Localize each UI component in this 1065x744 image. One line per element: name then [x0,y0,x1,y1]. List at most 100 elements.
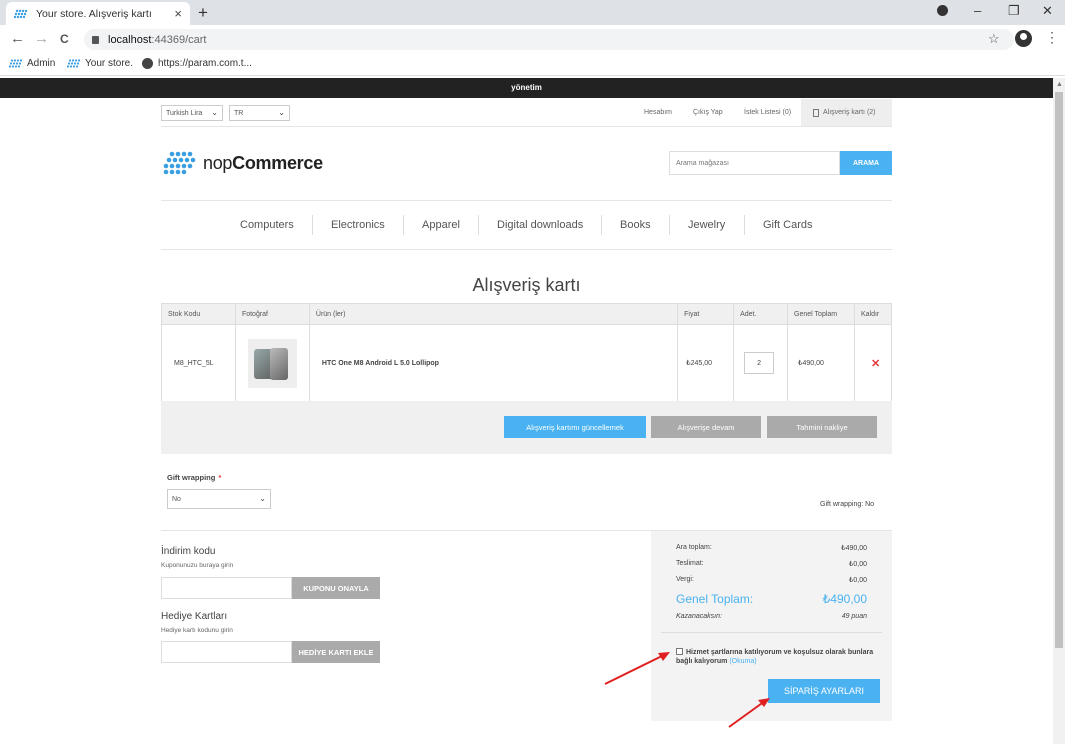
menu-item-computers[interactable]: Computers [240,219,294,231]
discount-code-input[interactable] [161,577,292,599]
quantity-input[interactable]: 2 [744,352,775,374]
menu-item-jewelry[interactable]: Jewelry [688,219,725,231]
forward-icon[interactable]: → [34,30,49,47]
annotation-arrow-terms [604,652,670,685]
admin-link[interactable]: yönetim [511,83,542,92]
menu-separator [403,215,404,235]
browser-menu-icon[interactable]: ⋮ [1045,29,1059,46]
cell-price: ₺245,00 [677,324,735,402]
reload-icon[interactable]: C [60,32,69,46]
url-host: localhost [108,33,152,46]
menu-separator [478,215,479,235]
menu-item-books[interactable]: Books [620,219,651,231]
cell-sku: M8_HTC_5L [161,324,236,402]
product-image[interactable] [247,338,297,388]
shipping-value: ₺0,00 [848,561,867,568]
update-cart-button[interactable]: Alışveriş kartımı güncellemek [504,416,646,438]
giftcard-title: Hediye Kartları [161,611,228,622]
address-bar[interactable]: localhost:44369/cart [84,29,1014,50]
search-placeholder: Arama mağazası [676,159,729,167]
maximize-icon[interactable]: ❐ [1008,3,1020,19]
logo-text: nopCommerce [203,152,323,173]
menu-separator [669,215,670,235]
menu-separator [744,215,745,235]
cell-remove: ✕ [853,324,893,402]
cart-link-label: Alışveriş kartı (2) [823,109,876,116]
checkout-button[interactable]: SİPARİŞ AYARLARI [768,679,880,703]
discount-hint: Kuponunuzu buraya girin [161,562,234,569]
nopcommerce-logo-icon [163,151,197,175]
close-tab-icon[interactable]: × [174,6,182,21]
scrollbar-thumb[interactable] [1055,92,1063,648]
gift-wrapping-select[interactable]: No ⌄ [167,489,271,509]
nopcommerce-bookmark-icon [9,59,22,68]
back-icon[interactable]: ← [10,30,25,47]
close-window-icon[interactable]: ✕ [1042,3,1053,19]
chevron-down-icon: ⌄ [259,494,266,503]
wishlist-link[interactable]: İstek Listesi (0) [744,109,791,116]
tax-value: ₺0,00 [848,577,867,584]
browser-toolbar: ← → C localhost:44369/cart [0,25,1065,54]
lock-icon [92,35,99,44]
column-header-remove: Kaldır [853,303,893,325]
read-terms-link[interactable]: (Okuma) [729,658,756,665]
giftcard-code-input[interactable] [161,641,292,663]
bookmark-star-icon[interactable]: ☆ [988,31,1000,47]
estimate-shipping-button[interactable]: Tahmini nakliye [767,416,877,438]
bookmark-admin[interactable]: Admin [9,58,55,69]
menu-item-apparel[interactable]: Apparel [422,219,460,231]
menu-bottom-divider [161,249,892,250]
shopping-bag-icon [813,108,819,117]
product-name-link[interactable]: HTC One M8 Android L 5.0 Lollipop [308,324,679,402]
bookmark-param[interactable]: https://param.com.t... [142,58,252,69]
cell-qty: 2 [733,324,789,402]
extension-icon[interactable] [937,5,948,16]
menu-item-gift-cards[interactable]: Gift Cards [763,219,813,231]
bookmark-your-store[interactable]: Your store. [67,58,133,69]
terms-text: Hizmet şartlarına katılıyorum ve koşulsu… [676,649,874,666]
terms-checkbox[interactable] [676,648,683,655]
globe-icon [142,58,153,69]
reward-points-value: 49 puan [841,613,867,620]
language-select[interactable]: TR ⌄ [229,105,290,121]
page-scrollbar[interactable]: ▲ [1053,78,1065,744]
terms-of-service: Hizmet şartlarına katılıyorum ve koşulsu… [676,648,881,667]
add-giftcard-button[interactable]: HEDİYE KARTI EKLE [292,641,380,663]
bookmark-label: https://param.com.t... [158,58,252,69]
header-divider [161,126,892,127]
new-tab-button[interactable]: + [198,3,208,23]
gift-wrapping-summary: Gift wrapping: No [820,501,875,508]
grand-total-value: ₺490,00 [822,592,867,606]
annotation-arrow-checkout [728,698,770,728]
tab-title: Your store. Alışveriş kartı [36,7,152,20]
table-header-row: Stok Kodu Fotoğraf Ürün (ler) Fiyat Adet… [161,303,893,325]
shipping-label: Teslimat: [676,560,704,567]
account-link[interactable]: Hesabım [644,109,672,116]
profile-avatar-icon[interactable] [1015,30,1032,47]
subtotal-label: Ara toplam: [676,544,712,551]
column-header-photo: Fotoğraf [234,303,310,325]
apply-coupon-button[interactable]: KUPONU ONAYLA [292,577,380,599]
column-header-product: Ürün (ler) [308,303,679,325]
chevron-down-icon: ⌄ [211,108,218,117]
admin-bar[interactable]: yönetim [0,78,1053,98]
browser-tab[interactable]: Your store. Alışveriş kartı × [6,2,190,25]
minimize-icon[interactable]: – [974,3,981,18]
nopcommerce-favicon-icon [14,9,28,18]
scroll-up-icon[interactable]: ▲ [1056,81,1063,88]
currency-select[interactable]: Turkish Lira ⌄ [161,105,223,121]
remove-item-icon[interactable]: ✕ [861,358,880,370]
search-button[interactable]: ARAMA [840,151,892,175]
page-title: Alışveriş kartı [472,275,581,295]
menu-item-digital-downloads[interactable]: Digital downloads [497,219,583,231]
logout-link[interactable]: Çıkış Yap [693,109,723,116]
store-logo[interactable]: nopCommerce [163,151,323,175]
search-input[interactable]: Arama mağazası [669,151,840,175]
language-value: TR [234,109,244,117]
reward-points-label: Kazanacaksın: [676,613,722,620]
continue-shopping-button[interactable]: Alışverişe devam [651,416,761,438]
menu-item-electronics[interactable]: Electronics [331,219,385,231]
nopcommerce-bookmark-icon [67,59,80,68]
shopping-cart-link[interactable]: Alışveriş kartı (2) [801,99,892,126]
browser-tab-bar: Your store. Alışveriş kartı × + – ❐ ✕ [0,0,1065,25]
